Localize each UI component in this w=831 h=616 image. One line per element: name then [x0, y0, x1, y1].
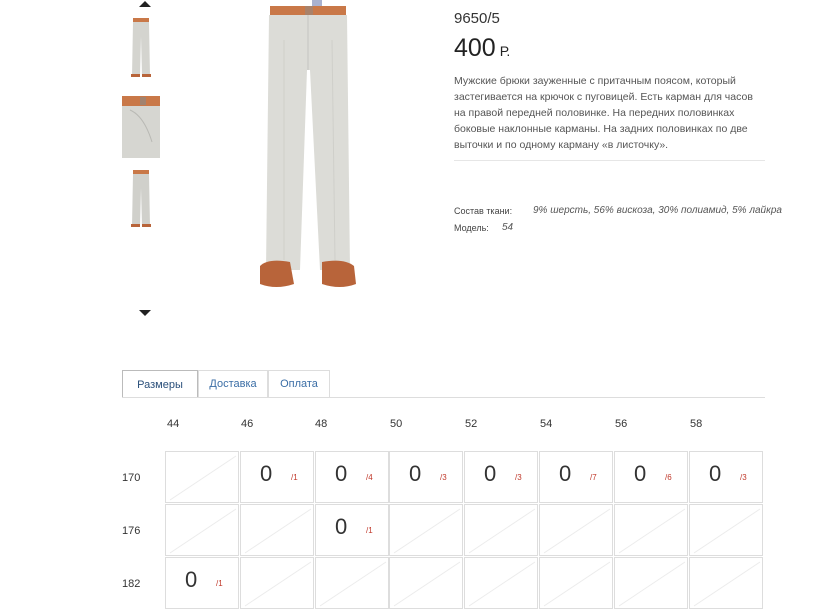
size-code: /1 — [366, 526, 373, 535]
height-row-header: 176 — [122, 525, 141, 537]
height-row-header: 170 — [122, 472, 141, 484]
height-row-header: 182 — [122, 578, 141, 590]
size-code: /7 — [590, 473, 597, 482]
size-cell-empty[interactable] — [464, 504, 538, 556]
size-cell[interactable]: 0/1 — [240, 451, 314, 503]
model-info: Модель: 54 — [454, 222, 513, 233]
tab-payment[interactable]: Оплата — [268, 370, 330, 397]
size-cell[interactable]: 0/3 — [464, 451, 538, 503]
size-cell-empty[interactable] — [240, 504, 314, 556]
size-cell-empty[interactable] — [689, 557, 763, 609]
thumbnail-waistband-closeup[interactable] — [122, 96, 160, 158]
size-cell-empty[interactable] — [464, 557, 538, 609]
size-quantity: 0 — [260, 461, 273, 486]
size-cell-empty[interactable] — [614, 557, 688, 609]
tabs-divider — [122, 397, 765, 398]
size-code: /3 — [740, 473, 747, 482]
size-quantity: 0 — [335, 514, 348, 539]
size-column-header: 52 — [465, 418, 478, 430]
fabric-label: Состав ткани: — [454, 206, 513, 216]
size-quantity: 0 — [335, 461, 348, 486]
size-cell[interactable]: 0/1 — [315, 504, 389, 556]
size-quantity: 0 — [559, 461, 572, 486]
size-code: /3 — [440, 473, 447, 482]
size-cell-empty[interactable] — [389, 557, 463, 609]
size-column-header: 54 — [540, 418, 553, 430]
thumbnail-trousers-front[interactable] — [122, 16, 160, 78]
size-cell[interactable]: 0/4 — [315, 451, 389, 503]
model-value: 54 — [502, 222, 514, 233]
size-quantity: 0 — [709, 461, 722, 486]
product-sku: 9650/5 — [454, 10, 500, 27]
price-currency: Р. — [499, 43, 511, 59]
fabric-value: 9% шерсть, 56% вискоза, 30% полиамид, 5%… — [533, 205, 782, 216]
size-cell[interactable]: 0/1 — [165, 557, 239, 609]
model-label: Модель: — [454, 223, 489, 233]
size-cell-empty[interactable] — [240, 557, 314, 609]
fabric-composition: Состав ткани: 9% шерсть, 56% вискоза, 30… — [454, 205, 782, 216]
size-code: /4 — [366, 473, 373, 482]
size-column-header: 46 — [241, 418, 254, 430]
size-column-header: 44 — [167, 418, 180, 430]
size-code: /6 — [665, 473, 672, 482]
product-price: 400 Р. — [454, 34, 510, 63]
size-cell-empty[interactable] — [315, 557, 389, 609]
size-cell-empty[interactable] — [389, 504, 463, 556]
size-cell[interactable]: 0/7 — [539, 451, 613, 503]
size-cell[interactable]: 0/3 — [389, 451, 463, 503]
size-cell-empty[interactable] — [539, 504, 613, 556]
size-cell[interactable]: 0/3 — [689, 451, 763, 503]
size-quantity: 0 — [484, 461, 497, 486]
size-quantity: 0 — [409, 461, 422, 486]
product-main-photo — [232, 0, 382, 296]
size-quantity: 0 — [185, 567, 198, 592]
size-code: /3 — [515, 473, 522, 482]
size-column-header: 48 — [315, 418, 328, 430]
tab-delivery[interactable]: Доставка — [198, 370, 268, 397]
size-cell-empty[interactable] — [165, 451, 239, 503]
price-value: 400 — [454, 34, 496, 62]
thumbnail-trousers-full[interactable] — [122, 168, 160, 230]
size-code: /1 — [291, 473, 298, 482]
size-cell-empty[interactable] — [614, 504, 688, 556]
size-cell-empty[interactable] — [539, 557, 613, 609]
size-column-header: 58 — [690, 418, 703, 430]
size-cell[interactable]: 0/6 — [614, 451, 688, 503]
divider — [454, 160, 765, 161]
size-quantity: 0 — [634, 461, 647, 486]
size-column-header: 50 — [390, 418, 403, 430]
size-cell-empty[interactable] — [689, 504, 763, 556]
product-description: Мужские брюки зауженные с притачным пояс… — [454, 75, 753, 151]
size-cell-empty[interactable] — [165, 504, 239, 556]
tab-sizes[interactable]: Размеры — [122, 370, 198, 398]
size-code: /1 — [216, 579, 223, 588]
gallery-up-arrow-icon[interactable] — [139, 1, 151, 7]
size-column-header: 56 — [615, 418, 628, 430]
gallery-down-arrow-icon[interactable] — [139, 310, 151, 316]
